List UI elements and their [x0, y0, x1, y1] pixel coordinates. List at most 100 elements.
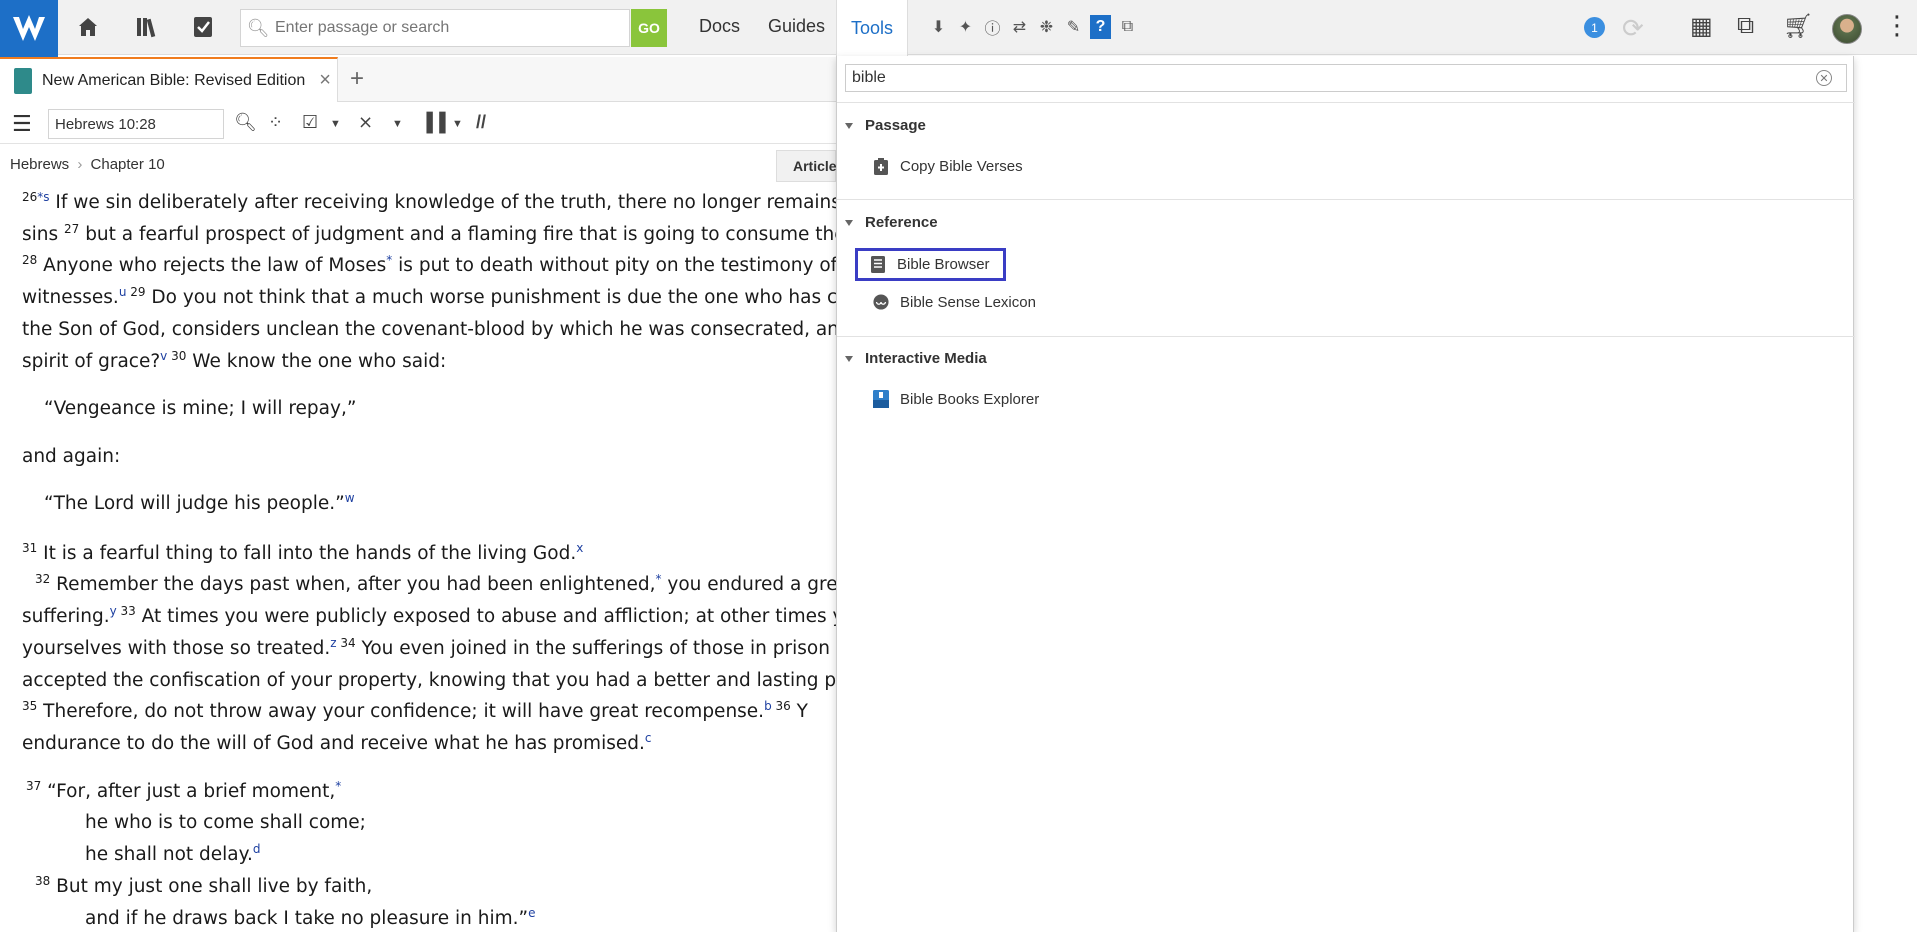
- verse-number: 38: [35, 873, 51, 888]
- layers-icon[interactable]: ⧉: [1117, 15, 1138, 39]
- footnote-marker[interactable]: y: [110, 604, 117, 618]
- tab-title: New American Bible: Revised Edition: [42, 71, 306, 89]
- collapse-triangle-icon: [845, 122, 853, 129]
- tool-bible-browser[interactable]: Bible Browser: [855, 248, 1006, 281]
- chevron-down-icon[interactable]: ▼: [392, 118, 403, 130]
- text-line: 32 Remember the days past when, after yo…: [35, 571, 836, 595]
- highlighter-icon[interactable]: ✎: [1063, 15, 1084, 39]
- collapse-triangle-icon: [845, 219, 853, 226]
- tab-nabre[interactable]: New American Bible: Revised Edition ×: [0, 57, 338, 102]
- verse-number: 26: [22, 189, 38, 204]
- search-input[interactable]: [275, 19, 615, 37]
- layout-icon[interactable]: ▦: [1690, 12, 1713, 41]
- verse-number: 28: [22, 252, 38, 267]
- verse-number: 32: [35, 571, 51, 586]
- help-icon[interactable]: ?: [1090, 15, 1111, 39]
- section-passage[interactable]: Passage: [845, 117, 926, 134]
- footnote-marker[interactable]: c: [645, 731, 652, 745]
- close-tab-icon[interactable]: ×: [319, 69, 331, 92]
- text-line: accepted the confiscation of your proper…: [22, 670, 836, 691]
- document-list-icon: [870, 256, 886, 274]
- checklist-icon[interactable]: ☑: [302, 112, 318, 133]
- footnote-marker[interactable]: x: [576, 541, 583, 555]
- user-avatar[interactable]: [1832, 14, 1862, 44]
- text-line: and if he draws back I take no pleasure …: [85, 905, 536, 929]
- breadcrumb: Hebrews › Chapter 10 Article: [0, 144, 837, 184]
- home-icon[interactable]: [73, 12, 103, 42]
- verse-number: 36: [771, 698, 791, 713]
- text-line: “Vengeance is mine; I will repay,”: [44, 398, 357, 419]
- tool-bible-books-explorer[interactable]: Bible Books Explorer: [867, 385, 1045, 413]
- text-line: 28 Anyone who rejects the law of Moses* …: [22, 252, 836, 276]
- sync-icon[interactable]: ⟳: [1622, 13, 1644, 44]
- tools-filter[interactable]: ✕: [845, 64, 1847, 92]
- top-bar: 🔍︎ GO Docs Guides Tools ⬇ ✦ ⓘ ⇄ ❉ ✎ ? ⧉ …: [0, 0, 1917, 57]
- notification-badge[interactable]: 1: [1584, 17, 1605, 38]
- verse-number: 37: [26, 778, 42, 793]
- pin-icon[interactable]: ❉: [1036, 15, 1057, 39]
- checklist-icon[interactable]: [188, 12, 218, 42]
- text-line: witnesses.u 29 Do you not think that a m…: [22, 284, 836, 308]
- text-line: and again:: [22, 446, 121, 467]
- columns-icon[interactable]: ▐▐: [420, 112, 446, 133]
- bible-text: 26*s If we sin deliberately after receiv…: [0, 184, 836, 932]
- book-cover-icon: [14, 67, 32, 94]
- tool-bible-sense-lexicon[interactable]: Bible Sense Lexicon: [867, 288, 1042, 316]
- parallel-resources-icon[interactable]: //: [476, 112, 486, 133]
- nav-docs[interactable]: Docs: [699, 16, 740, 37]
- text-line: 31 It is a fearful thing to fall into th…: [22, 540, 584, 564]
- footnote-marker[interactable]: *: [335, 779, 341, 793]
- footnote-marker[interactable]: d: [253, 842, 261, 856]
- logos-logo-icon[interactable]: [0, 0, 58, 57]
- search-icon: 🔍︎: [246, 17, 270, 38]
- resource-toolbar: ☰ 🔍︎ ⁘ ☑ ▼ ⨯ ▼ ▐▐ ▼ //: [0, 102, 836, 144]
- panel-menu-icon[interactable]: ☰: [12, 111, 32, 137]
- divider: [837, 102, 1855, 103]
- text-line: yourselves with those so treated.z 34 Yo…: [22, 635, 836, 659]
- footnote-marker[interactable]: b: [764, 699, 772, 713]
- verse-number: 35: [22, 698, 38, 713]
- add-tab-icon[interactable]: +: [350, 65, 364, 93]
- download-icon[interactable]: ⬇: [928, 15, 949, 39]
- breadcrumb-chapter[interactable]: Chapter 10: [91, 156, 165, 173]
- verse-number: 31: [22, 540, 38, 555]
- collapse-triangle-icon: [845, 355, 853, 362]
- tool-copy-bible-verses[interactable]: Copy Bible Verses: [867, 152, 1029, 180]
- section-interactive-media[interactable]: Interactive Media: [845, 350, 987, 367]
- breadcrumb-book[interactable]: Hebrews: [10, 156, 69, 173]
- chevron-down-icon[interactable]: ▼: [452, 118, 463, 130]
- chevron-down-icon[interactable]: ▼: [330, 118, 341, 130]
- cart-icon[interactable]: 🛒︎: [1783, 12, 1813, 41]
- section-reference[interactable]: Reference: [845, 214, 938, 231]
- tools-filter-input[interactable]: [846, 69, 1806, 87]
- more-menu-icon[interactable]: ⋮: [1884, 10, 1910, 41]
- nav-tools[interactable]: Tools: [836, 0, 908, 56]
- reference-input[interactable]: [48, 109, 224, 139]
- lexicon-icon: [873, 293, 889, 311]
- visual-filter-icon[interactable]: ⁘: [268, 112, 283, 133]
- info-icon[interactable]: ⓘ: [982, 15, 1003, 39]
- popout-icon[interactable]: ⧉: [1737, 12, 1754, 40]
- footnote-marker[interactable]: w: [345, 491, 355, 505]
- text-line: he who is to come shall come;: [85, 812, 366, 833]
- text-line: he shall not delay.d: [85, 841, 261, 865]
- text-line: spirit of grace?v 30 We know the one who…: [22, 348, 447, 372]
- swap-icon[interactable]: ⇄: [1009, 15, 1030, 39]
- clear-filter-icon[interactable]: ✕: [1816, 70, 1832, 86]
- search-box[interactable]: 🔍︎: [240, 9, 630, 47]
- tools-menu-panel: ✕ Passage Copy Bible Verses Reference Bi…: [836, 56, 1855, 932]
- footnote-marker[interactable]: *s: [37, 190, 49, 204]
- interlinear-icon[interactable]: ⨯: [358, 112, 373, 133]
- verse-number: 34: [336, 635, 356, 650]
- text-line: sins 27 but a fearful prospect of judgme…: [22, 221, 836, 245]
- go-button[interactable]: GO: [631, 9, 667, 47]
- library-icon[interactable]: [133, 12, 163, 42]
- text-line: the Son of God, considers unclean the co…: [22, 319, 836, 340]
- footnote-marker[interactable]: e: [528, 906, 535, 920]
- plugin-icon[interactable]: ✦: [955, 15, 976, 39]
- tool-icon-bar: ⬇ ✦ ⓘ ⇄ ❉ ✎ ? ⧉: [928, 15, 1138, 39]
- nav-guides[interactable]: Guides: [768, 16, 825, 37]
- article-button[interactable]: Article: [776, 150, 837, 182]
- text-line: endurance to do the will of God and rece…: [22, 730, 652, 754]
- search-icon[interactable]: 🔍︎: [234, 112, 257, 133]
